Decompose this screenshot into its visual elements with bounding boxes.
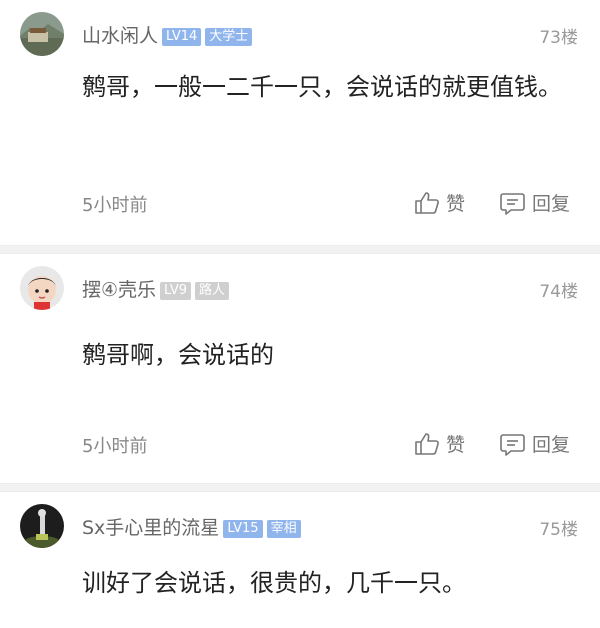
username[interactable]: 山水闲人 LV14 大学士 bbox=[82, 21, 253, 48]
like-button[interactable]: 赞 bbox=[414, 430, 465, 457]
level-badge: LV14 bbox=[162, 28, 202, 46]
comment-text: 训好了会说话，很贵的，几千一只。 bbox=[82, 569, 466, 597]
level-badge: LV9 bbox=[160, 282, 192, 300]
comment-footer: 5小时前 赞 回复 bbox=[82, 191, 580, 221]
username[interactable]: Sx手心里的流星 LV15 宰相 bbox=[82, 513, 301, 540]
thumbs-up-icon bbox=[415, 192, 439, 214]
comment-header: 摆④壳乐 LV9 路人 74楼 bbox=[20, 264, 580, 312]
comment-item: Sx手心里的流星 LV15 宰相 75楼 训好了会说话，很贵的，几千一只。 bbox=[0, 492, 600, 628]
like-button[interactable]: 赞 bbox=[414, 189, 465, 216]
comment-header: 山水闲人 LV14 大学士 73楼 bbox=[20, 10, 580, 58]
reply-button[interactable]: 回复 bbox=[500, 430, 570, 457]
avatar[interactable] bbox=[20, 266, 64, 310]
timestamp: 5小时前 bbox=[82, 436, 148, 457]
comment-item: 山水闲人 LV14 大学士 73楼 鹩哥，一般一二千一只，会说话的就更值钱。 5小时… bbox=[0, 0, 600, 245]
comment-separator bbox=[0, 483, 600, 492]
avatar[interactable] bbox=[20, 12, 64, 56]
title-badge: 大学士 bbox=[205, 28, 253, 46]
comment-separator bbox=[0, 245, 600, 254]
comment-header: Sx手心里的流星 LV15 宰相 75楼 bbox=[20, 502, 580, 550]
avatar[interactable] bbox=[20, 504, 64, 548]
comment-reply-icon bbox=[500, 434, 525, 456]
floor-number: 75楼 bbox=[539, 520, 578, 540]
level-badge: LV15 bbox=[223, 520, 263, 538]
comment-text: 鹩哥，一般一二千一只，会说话的就更值钱。 bbox=[82, 73, 562, 101]
comment-footer: 5小时前 赞 回复 bbox=[82, 432, 580, 462]
comment-text: 鹩哥啊，会说话的 bbox=[82, 341, 274, 369]
title-badge: 宰相 bbox=[266, 520, 301, 538]
title-badge: 路人 bbox=[195, 282, 230, 300]
comment-reply-icon bbox=[500, 193, 525, 215]
username[interactable]: 摆④壳乐 LV9 路人 bbox=[82, 275, 230, 302]
floor-number: 74楼 bbox=[539, 282, 578, 302]
timestamp: 5小时前 bbox=[82, 195, 148, 216]
comment-item: 摆④壳乐 LV9 路人 74楼 鹩哥啊，会说话的 5小时前 赞 回复 bbox=[0, 254, 600, 483]
thumbs-up-icon bbox=[415, 433, 439, 455]
reply-button[interactable]: 回复 bbox=[500, 189, 570, 216]
floor-number: 73楼 bbox=[539, 28, 578, 48]
